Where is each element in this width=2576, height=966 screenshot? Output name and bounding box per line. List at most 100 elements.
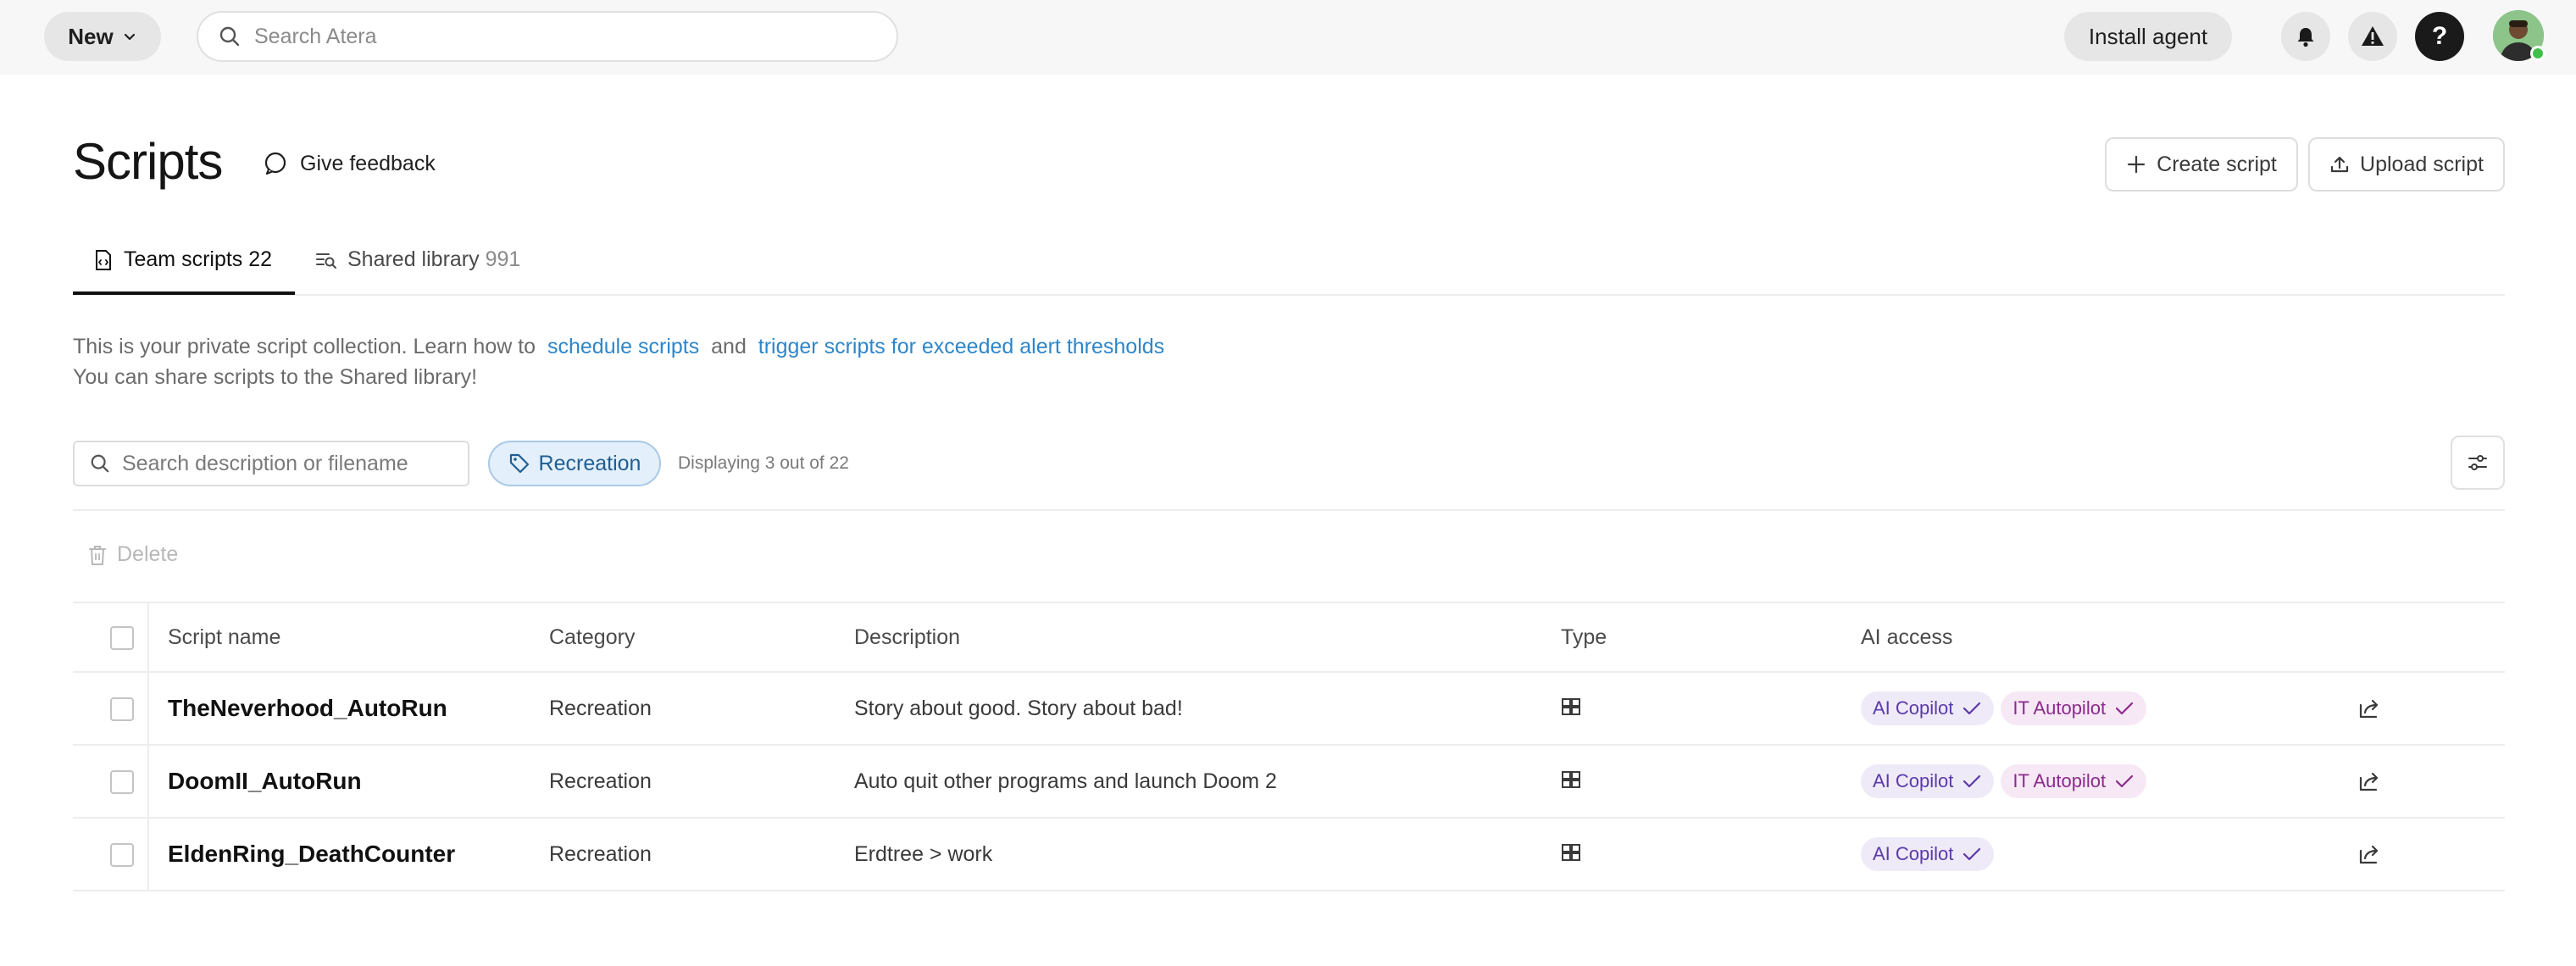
help-label: ? [2431, 22, 2448, 50]
schedule-scripts-link[interactable]: schedule scripts [547, 335, 699, 358]
table-row[interactable]: EldenRing_DeathCounter Recreation Erdtre… [73, 819, 2505, 891]
script-name[interactable]: DoomII_AutoRun [168, 768, 362, 795]
check-icon [1963, 847, 1981, 861]
new-button-label: New [68, 23, 114, 49]
column-header-type[interactable]: Type [1561, 625, 1607, 650]
tabs-divider [73, 294, 2505, 296]
create-script-button[interactable]: Create script [2105, 137, 2298, 192]
result-count: Displaying 3 out of 22 [678, 453, 849, 473]
column-separator [147, 603, 149, 671]
script-name[interactable]: EldenRing_DeathCounter [168, 841, 455, 868]
script-description: Auto quit other programs and launch Doom… [854, 769, 1277, 793]
bell-icon [2297, 28, 2314, 47]
check-icon [1963, 702, 1981, 715]
ai-access-badges: AI Copilot IT Autopilot [1861, 764, 2147, 798]
badge-label: AI Copilot [1873, 770, 1954, 791]
install-agent-button[interactable]: Install agent [2064, 12, 2232, 61]
column-header-script-name[interactable]: Script name [168, 625, 280, 650]
column-header-ai-access[interactable]: AI access [1861, 625, 1952, 650]
row-checkbox[interactable] [110, 770, 134, 794]
check-icon [1963, 774, 1981, 788]
column-separator [147, 819, 149, 890]
ai-copilot-badge: AI Copilot [1861, 764, 1995, 798]
badge-label: IT Autopilot [2012, 770, 2107, 791]
category-filter-chip[interactable]: Recreation [488, 441, 661, 486]
column-header-description[interactable]: Description [854, 625, 960, 650]
scripts-table: Script name Category Description Type AI… [73, 603, 2505, 891]
warning-icon [2362, 26, 2384, 46]
row-checkbox[interactable] [110, 843, 134, 867]
tab-team-scripts-count: 22 [248, 247, 273, 271]
page-title: Scripts [73, 133, 223, 190]
notifications-button[interactable] [2281, 12, 2330, 61]
search-icon [219, 26, 240, 47]
column-header-category[interactable]: Category [549, 625, 635, 650]
badge-label: AI Copilot [1873, 843, 1954, 864]
script-search-input[interactable] [122, 451, 461, 476]
trigger-scripts-link[interactable]: trigger scripts for exceeded alert thres… [758, 335, 1164, 358]
it-autopilot-badge: IT Autopilot [2001, 691, 2147, 725]
ai-copilot-badge: AI Copilot [1861, 691, 1995, 725]
badge-label: IT Autopilot [2012, 697, 2107, 719]
upload-script-label: Upload script [2360, 152, 2484, 176]
script-category: Recreation [549, 842, 652, 866]
badge-label: AI Copilot [1873, 697, 1954, 719]
script-description: Erdtree > work [854, 842, 993, 866]
table-row[interactable]: DoomII_AutoRun Recreation Auto quit othe… [73, 746, 2505, 819]
column-separator [147, 673, 149, 744]
column-settings-button[interactable] [2451, 436, 2505, 490]
windows-icon [1561, 842, 1581, 869]
script-description: Story about good. Story about bad! [854, 697, 1183, 720]
share-icon[interactable] [2357, 697, 2381, 724]
upload-icon [2330, 156, 2349, 173]
table-row[interactable]: TheNeverhood_AutoRun Recreation Story ab… [73, 673, 2505, 746]
script-name[interactable]: TheNeverhood_AutoRun [168, 695, 447, 722]
check-icon [2115, 774, 2134, 788]
give-feedback-label: Give feedback [300, 151, 436, 175]
script-search[interactable] [73, 441, 469, 486]
global-search-input[interactable] [254, 24, 847, 49]
ai-access-badges: AI Copilot IT Autopilot [1861, 691, 2147, 725]
new-button[interactable]: New [44, 12, 161, 61]
share-icon[interactable] [2357, 842, 2381, 870]
select-all-checkbox[interactable] [110, 626, 134, 650]
script-category: Recreation [549, 697, 652, 720]
delete-button[interactable]: Delete [88, 542, 178, 567]
online-status-dot [2530, 46, 2545, 61]
table-header-row: Script name Category Description Type AI… [73, 603, 2505, 673]
info-prefix: This is your private script collection. … [73, 335, 536, 358]
info-line-1: This is your private script collection. … [73, 335, 1164, 359]
global-search[interactable] [197, 11, 898, 62]
upload-script-button[interactable]: Upload script [2308, 137, 2505, 192]
windows-icon [1561, 769, 1581, 796]
tab-team-scripts-label: Team scripts [124, 247, 243, 271]
tab-shared-library[interactable]: Shared library 991 [315, 247, 520, 272]
sliders-icon [2468, 455, 2487, 470]
it-autopilot-badge: IT Autopilot [2001, 764, 2147, 798]
info-and: and [711, 335, 747, 358]
chevron-down-icon [124, 33, 135, 41]
ai-access-badges: AI Copilot [1861, 837, 1995, 871]
give-feedback-link[interactable]: Give feedback [263, 151, 436, 176]
script-category: Recreation [549, 769, 652, 793]
create-script-label: Create script [2157, 152, 2277, 176]
chat-bubble-icon [264, 152, 286, 175]
check-icon [2115, 702, 2134, 715]
info-line-2: You can share scripts to the Shared libr… [73, 365, 478, 389]
tag-icon [509, 453, 529, 474]
column-separator [147, 746, 149, 817]
category-filter-label: Recreation [538, 451, 641, 475]
ai-copilot-badge: AI Copilot [1861, 837, 1995, 871]
filter-divider [73, 509, 2505, 511]
tab-shared-library-label: Shared library [347, 247, 480, 271]
windows-icon [1561, 697, 1581, 723]
top-bar: New Install agent ? [0, 0, 2576, 75]
library-search-icon [316, 253, 336, 269]
row-checkbox[interactable] [110, 697, 134, 721]
tab-shared-library-count: 991 [485, 247, 521, 271]
help-button[interactable]: ? [2415, 12, 2464, 61]
tab-team-scripts[interactable]: Team scripts 22 [93, 247, 272, 272]
alerts-button[interactable] [2348, 12, 2397, 61]
file-code-icon [96, 249, 111, 270]
share-icon[interactable] [2357, 769, 2381, 797]
